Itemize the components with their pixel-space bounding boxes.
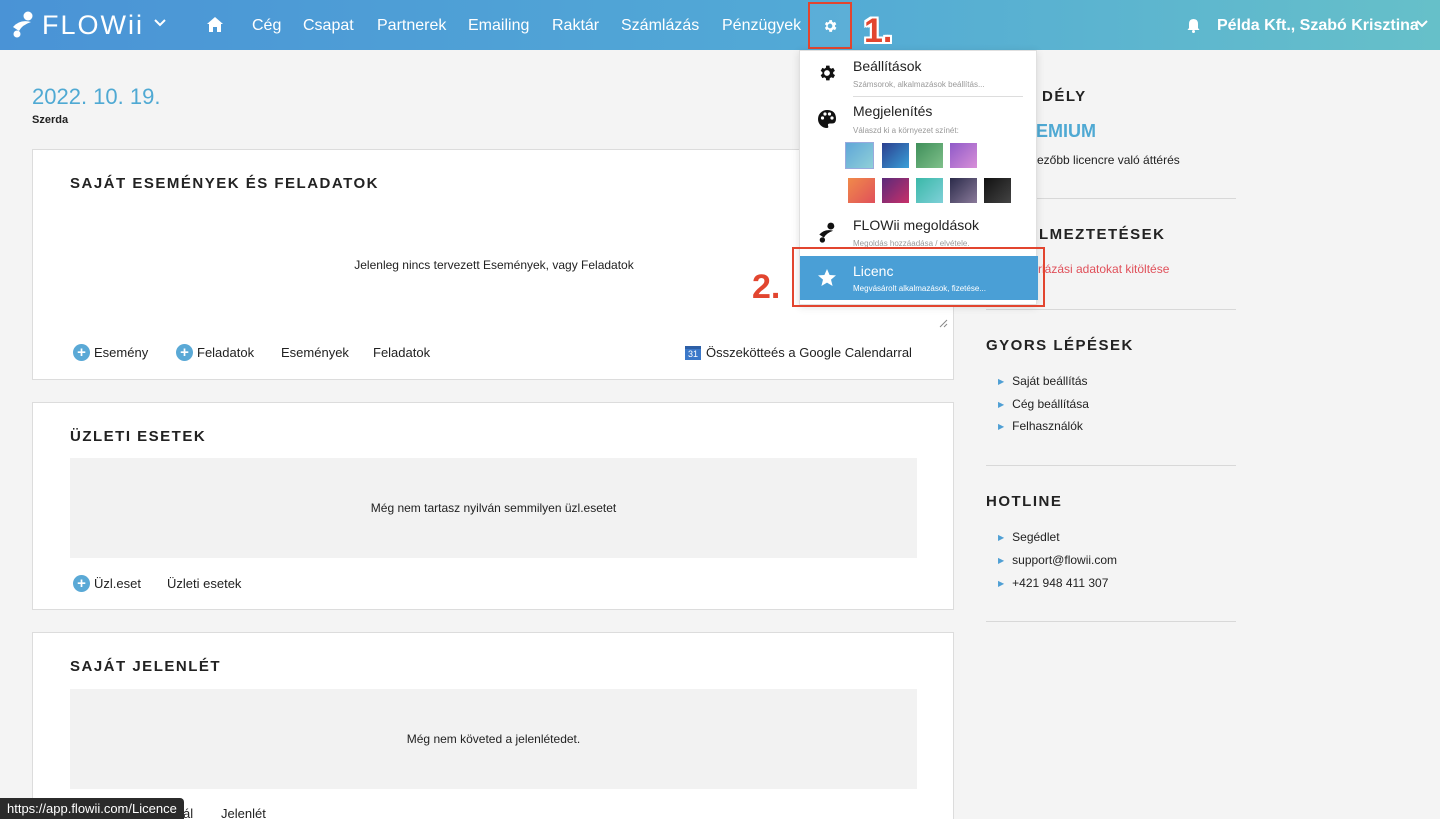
alerts-section-title: LMEZTETÉSEK <box>1039 226 1166 243</box>
chevron-down-icon[interactable] <box>1415 19 1429 29</box>
status-bar-url: https://app.flowii.com/Licence <box>0 798 184 819</box>
business-empty-box: Még nem tartasz nyilván semmilyen üzl.es… <box>70 458 917 558</box>
home-icon[interactable] <box>206 16 224 33</box>
theme-color-swatch[interactable] <box>916 143 943 168</box>
hotline-label: Segédlet <box>1012 530 1060 544</box>
top-navigation-bar: FLOWii Cég Csapat Partnerek Emailing Rak… <box>0 0 1440 50</box>
business-empty-message: Még nem tartasz nyilván semmilyen üzl.es… <box>370 501 617 515</box>
licence-plan-name: EMIUM <box>1036 121 1096 141</box>
calendar-icon: 31 <box>685 345 701 360</box>
nav-item-csapat[interactable]: Csapat <box>303 17 354 35</box>
theme-color-swatch[interactable] <box>916 178 943 203</box>
plus-icon: + <box>73 575 90 592</box>
business-cases-card: ÜZLETI ESETEK Még nem tartasz nyilván se… <box>32 402 954 610</box>
theme-color-swatch[interactable] <box>882 143 909 168</box>
attendance-card: SAJÁT JELENLÉT Még nem követed a jelenlé… <box>32 632 954 819</box>
add-task-button[interactable]: + Feladatok <box>176 344 254 361</box>
attendance-add-partial[interactable]: ál <box>183 806 193 819</box>
add-task-label: Feladatok <box>197 345 255 360</box>
step-1-annotation: 1. <box>864 12 893 50</box>
menu-item-title: Megjelenítés <box>853 103 933 119</box>
flowii-logo-icon <box>819 222 835 243</box>
gear-icon <box>824 19 837 32</box>
licence-upgrade-link[interactable]: ezőbb licencre való áttérés <box>1037 153 1180 167</box>
current-date: 2022. 10. 19. <box>32 84 161 109</box>
events-link[interactable]: Események <box>281 345 349 360</box>
menu-item-display[interactable]: Megjelenítés Válaszd ki a környezet szín… <box>800 99 1036 209</box>
add-business-case-label: Üzl.eset <box>94 576 141 591</box>
quick-steps-title: GYORS LÉPÉSEK <box>986 337 1134 354</box>
nav-item-penzugyek[interactable]: Pénzügyek <box>722 17 801 35</box>
quick-link-label: Saját beállítás <box>1012 374 1088 388</box>
licence-section-title: DÉLY <box>1042 88 1087 105</box>
theme-color-swatch[interactable] <box>950 178 977 203</box>
nav-item-ceg[interactable]: Cég <box>252 17 281 35</box>
licence-highlight-box <box>792 247 1045 307</box>
chevron-down-icon[interactable] <box>153 18 167 28</box>
flowii-logo[interactable]: FLOWii <box>10 8 144 42</box>
nav-item-raktar[interactable]: Raktár <box>552 17 599 35</box>
quick-link-users[interactable]: ▶ Felhasználók <box>998 419 1083 433</box>
menu-item-subtitle: Válaszd ki a környezet színét: <box>853 126 959 135</box>
alerts-billing-link[interactable]: rlázási adatokat kitöltése <box>1038 262 1169 276</box>
nav-item-emailing[interactable]: Emailing <box>468 17 529 35</box>
menu-item-subtitle: Számsorok, alkalmazások beállítás... <box>853 80 985 89</box>
resize-handle-icon[interactable] <box>938 318 948 328</box>
plus-icon: + <box>176 344 193 361</box>
theme-color-swatch[interactable] <box>984 178 1011 203</box>
hotline-label: support@flowii.com <box>1012 553 1118 567</box>
quick-link-label: Cég beállítása <box>1012 397 1089 411</box>
menu-item-title: Beállítások <box>853 58 922 74</box>
bullet-icon: ▶ <box>998 399 1005 409</box>
current-weekday: Szerda <box>32 114 69 126</box>
hotline-phone-link[interactable]: ▶ +421 948 411 307 <box>998 576 1108 590</box>
user-account-menu[interactable]: Példa Kft., Szabó Krisztina <box>1217 17 1419 35</box>
gear-icon <box>820 65 835 81</box>
nav-item-szamlazas[interactable]: Számlázás <box>621 17 699 35</box>
divider <box>986 465 1236 466</box>
bullet-icon: ▶ <box>998 578 1005 588</box>
divider <box>986 309 1236 310</box>
bullet-icon: ▶ <box>998 421 1005 431</box>
attendance-empty-message: Még nem követed a jelenlétedet. <box>406 732 581 746</box>
attendance-empty-box: Még nem követed a jelenlétedet. <box>70 689 917 789</box>
nav-item-partnerek[interactable]: Partnerek <box>377 17 446 35</box>
menu-separator <box>853 96 1023 97</box>
attendance-link[interactable]: Jelenlét <box>221 806 266 819</box>
business-card-title: ÜZLETI ESETEK <box>70 428 207 445</box>
google-calendar-connect-link[interactable]: 31 Összekötteés a Google Calendarral <box>685 345 912 360</box>
bullet-icon: ▶ <box>998 555 1005 565</box>
hotline-help-link[interactable]: ▶ Segédlet <box>998 530 1060 544</box>
plus-icon: + <box>73 344 90 361</box>
divider <box>986 621 1236 622</box>
google-calendar-label: Összekötteés a Google Calendarral <box>706 345 912 360</box>
hotline-label: +421 948 411 307 <box>1012 576 1109 590</box>
tasks-link[interactable]: Feladatok <box>373 345 430 360</box>
settings-gear-button[interactable] <box>808 2 852 49</box>
events-card-title: SAJÁT ESEMÉNYEK ÉS FELADATOK <box>70 175 379 192</box>
menu-item-title: FLOWii megoldások <box>853 217 980 233</box>
quick-link-label: Felhasználók <box>1012 419 1083 433</box>
theme-color-swatch[interactable] <box>950 143 977 168</box>
bell-icon[interactable] <box>1187 18 1200 33</box>
bullet-icon: ▶ <box>998 532 1005 542</box>
flowii-logo-icon <box>13 11 33 38</box>
theme-color-swatch[interactable] <box>882 178 909 203</box>
add-event-label: Esemény <box>94 345 149 360</box>
logo-text: FLOWii <box>42 9 144 40</box>
hotline-title: HOTLINE <box>986 493 1063 510</box>
palette-icon <box>818 110 836 128</box>
step-2-annotation: 2. <box>752 268 781 306</box>
hotline-email-link[interactable]: ▶ support@flowii.com <box>998 553 1117 567</box>
menu-item-settings[interactable]: Beállítások Számsorok, alkalmazások beál… <box>800 51 1036 99</box>
add-business-case-button[interactable]: + Üzl.eset <box>73 575 141 592</box>
quick-link-own-settings[interactable]: ▶ Saját beállítás <box>998 374 1088 388</box>
add-event-button[interactable]: + Esemény <box>73 344 148 361</box>
quick-link-company-settings[interactable]: ▶ Cég beállítása <box>998 397 1089 411</box>
theme-color-swatch[interactable] <box>845 142 874 169</box>
bullet-icon: ▶ <box>998 376 1005 386</box>
theme-color-swatch[interactable] <box>848 178 875 203</box>
business-cases-link[interactable]: Üzleti esetek <box>167 576 241 591</box>
attendance-card-title: SAJÁT JELENLÉT <box>70 658 222 675</box>
